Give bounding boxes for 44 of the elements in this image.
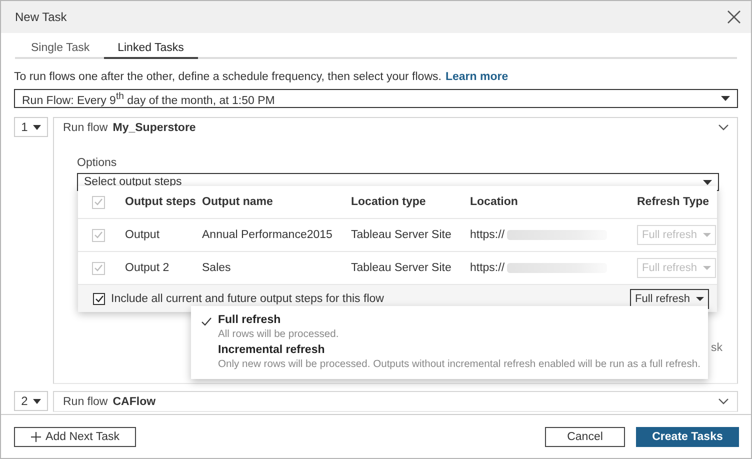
flow-name: My_Superstore — [112, 122, 196, 134]
caret-icon — [703, 266, 711, 270]
column-header: Output name — [202, 196, 273, 208]
caret-icon — [32, 398, 41, 404]
tab[interactable]: Single Task — [17, 38, 104, 59]
options-label: Options — [77, 157, 118, 169]
caret-icon — [696, 296, 704, 300]
close-icon[interactable] — [727, 10, 741, 24]
plus-icon — [30, 432, 41, 442]
table-cell: Sales — [202, 262, 231, 274]
column-header: Output steps — [125, 196, 196, 208]
menu-item[interactable]: Full refresh All rows will be processed. — [191, 312, 708, 342]
order-select[interactable]: 2 — [14, 391, 48, 411]
column-header: Location — [470, 196, 518, 208]
table-cell: Annual Performance2015 — [202, 229, 332, 241]
table-cell: Output 2 — [125, 262, 170, 274]
table-cell: Tableau Server Site — [351, 229, 452, 241]
create-tasks-button[interactable]: Create Tasks — [636, 426, 739, 446]
table-cell: Output — [125, 229, 160, 241]
checkbox[interactable] — [93, 292, 105, 304]
caret-icon — [703, 233, 711, 237]
partial-text: sk — [711, 342, 722, 354]
caret-icon — [32, 124, 41, 130]
cancel-button[interactable]: Cancel — [545, 426, 625, 446]
include-label: Include all current and future output steps for this flow — [111, 292, 384, 304]
run-flow-label: Run flow — [63, 122, 108, 134]
order-select[interactable]: 1 — [14, 117, 48, 137]
run-flow-label: Run flow — [63, 396, 108, 408]
chevron-down-icon[interactable] — [718, 124, 729, 131]
flow-name: CAFlow — [112, 396, 156, 408]
column-header: Location type — [351, 196, 426, 208]
learn-more-link[interactable]: Learn more — [445, 71, 508, 83]
menu-item[interactable]: Incremental refresh Only new rows will be processed. Outputs without incremental refresh enabled will be run as a full refresh. — [191, 342, 708, 372]
column-header: Refresh Type — [637, 196, 710, 208]
intro-text: To run flows one after the other, define a schedule frequency, then select your flows. — [14, 71, 442, 83]
window-title: New Task — [15, 10, 67, 24]
table-cell: https:// — [470, 262, 505, 274]
caret-icon — [721, 96, 730, 101]
chevron-down-icon[interactable] — [718, 398, 729, 405]
tab[interactable]: Linked Tasks — [104, 38, 198, 59]
add-next-task-button[interactable]: Add Next Task — [14, 426, 136, 446]
table-cell: https:// — [470, 229, 505, 241]
table-cell: Tableau Server Site — [351, 262, 452, 274]
schedule-select[interactable]: Run Flow: Every 9$^{th}$ day of the month, at 1:50 PM — [14, 89, 738, 108]
